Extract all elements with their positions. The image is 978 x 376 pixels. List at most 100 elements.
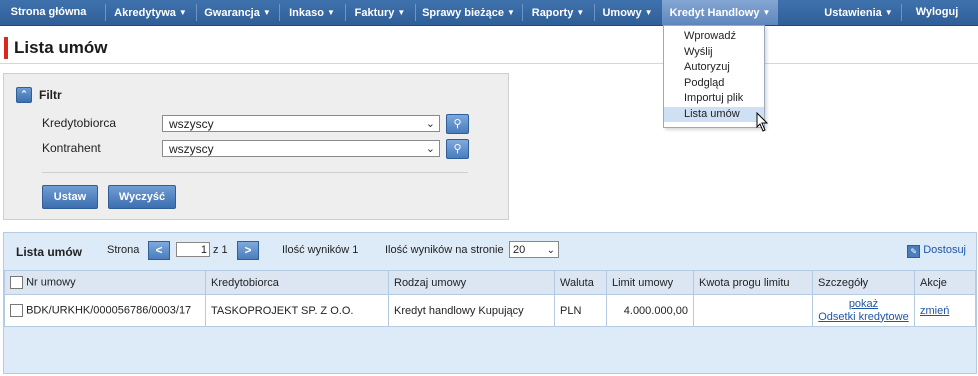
col-limit-umowy[interactable]: Limit umowy xyxy=(606,270,694,295)
nav-label: Sprawy bieżące xyxy=(422,7,504,19)
chevron-down-icon: ⌄ xyxy=(425,143,435,155)
menu-item-importuj-plik[interactable]: Importuj plik xyxy=(664,91,764,107)
collapse-icon[interactable]: ⌃ xyxy=(16,87,32,103)
binoculars-icon[interactable]: ⚲ xyxy=(446,114,469,134)
top-navigation: Strona główna Akredytywa ▼ Gwarancja ▼ Ink… xyxy=(0,0,978,26)
chevron-down-icon: ▼ xyxy=(262,8,271,17)
table-header-row: Nr umowy Kredytobiorca Rodzaj umowy Walu… xyxy=(4,270,976,295)
title-divider xyxy=(0,63,978,64)
menu-item-podglad[interactable]: Podgląd xyxy=(664,76,764,92)
kredytobiorca-label: Kredytobiorca xyxy=(42,116,117,130)
menu-item-wyslij[interactable]: Wyślij xyxy=(664,45,764,61)
nav-item-kredyt-handlowy[interactable]: Kredyt Handlowy ▼ xyxy=(662,0,778,25)
select-value: 20 xyxy=(513,244,526,256)
nav-label: Kredyt Handlowy xyxy=(669,7,760,19)
select-value: wszyscy xyxy=(169,117,214,131)
chevron-down-icon: ⌄ xyxy=(425,118,435,130)
interest-link[interactable]: Odsetki kredytowe xyxy=(818,311,908,323)
nav-item-ustawienia[interactable]: Ustawienia ▼ xyxy=(818,0,899,25)
select-value: wszyscy xyxy=(169,142,214,156)
nav-item-faktury[interactable]: Faktury ▼ xyxy=(346,0,414,25)
set-button[interactable]: Ustaw xyxy=(42,185,98,209)
cell-szczegoly: pokaż Odsetki kredytowe xyxy=(812,294,915,327)
show-link[interactable]: pokaż xyxy=(849,298,878,310)
col-szczegoly[interactable]: Szczegóły xyxy=(812,270,915,295)
nav-label: Raporty xyxy=(531,7,574,19)
select-all-checkbox[interactable] xyxy=(10,276,23,289)
kredyt-handlowy-menu: Wprowadź Wyślij Autoryzuj Podgląd Import… xyxy=(663,25,765,128)
chevron-down-icon: ▼ xyxy=(576,8,585,17)
per-page-select[interactable]: 20 ⌄ xyxy=(509,241,559,258)
nav-label: Gwarancja xyxy=(204,7,260,19)
nav-label: Umowy xyxy=(602,7,642,19)
nav-label: Faktury xyxy=(354,7,395,19)
col-nr-umowy[interactable]: Nr umowy xyxy=(4,270,206,295)
chevron-down-icon: ▼ xyxy=(884,8,893,17)
page-title: Lista umów xyxy=(14,38,108,57)
chevron-down-icon: ▼ xyxy=(326,8,335,17)
cell-limit: 4.000.000,00 xyxy=(606,294,694,327)
clear-button[interactable]: Wyczyść xyxy=(108,185,176,209)
cell-akcje: zmień xyxy=(914,294,976,327)
col-kredytobiorca[interactable]: Kredytobiorca xyxy=(205,270,389,295)
chevron-down-icon: ▼ xyxy=(507,8,515,17)
col-akcje: Akcje xyxy=(914,270,976,295)
nav-label: Wyloguj xyxy=(915,6,959,18)
chevron-down-icon: ▼ xyxy=(762,8,771,17)
kredytobiorca-select[interactable]: wszyscy ⌄ xyxy=(162,115,440,132)
nav-item-home[interactable]: Strona główna xyxy=(0,0,97,25)
nav-item-sprawy-biezace[interactable]: Sprawy bieżące ▼ xyxy=(416,0,521,25)
menu-item-wprowadz[interactable]: Wprowadź xyxy=(664,29,764,45)
nav-item-wyloguj[interactable]: Wyloguj xyxy=(902,0,972,25)
kontrahent-label: Kontrahent xyxy=(42,141,101,155)
per-page-label: Ilość wyników na stronie xyxy=(385,244,504,256)
cell-rodzaj: Kredyt handlowy Kupujący xyxy=(388,294,555,327)
col-label: Nr umowy xyxy=(26,276,76,289)
contract-number: BDK/URKHK/000056786/0003/17 xyxy=(26,304,192,317)
page-count-label: z 1 xyxy=(213,244,228,256)
filter-panel: ⌃ Filtr Kredytobiorca wszyscy ⌄ ⚲ Kontra… xyxy=(3,73,509,220)
title-accent-bar xyxy=(4,37,8,59)
cell-waluta: PLN xyxy=(554,294,607,327)
cell-nr-umowy: BDK/URKHK/000056786/0003/17 xyxy=(4,294,206,327)
row-checkbox[interactable] xyxy=(10,304,23,317)
col-waluta[interactable]: Waluta xyxy=(554,270,607,295)
page-input[interactable]: 1 xyxy=(176,242,210,257)
nav-label: Strona główna xyxy=(10,6,87,18)
filter-title: Filtr xyxy=(39,88,62,102)
nav-label: Akredytywa xyxy=(114,7,176,19)
contract-list-panel: Lista umów Strona < 1 z 1 > Ilość wynikó… xyxy=(3,232,977,374)
nav-item-umowy[interactable]: Umowy ▼ xyxy=(595,0,660,25)
cell-kredytobiorca: TASKOPROJEKT SP. Z O.O. xyxy=(205,294,389,327)
customize-link[interactable]: ✎ Dostosuj xyxy=(907,244,966,258)
nav-label: Ustawienia xyxy=(824,7,882,19)
cell-prog xyxy=(693,294,813,327)
nav-label: Inkaso xyxy=(289,7,324,19)
chevron-down-icon: ⌄ xyxy=(546,245,555,256)
nav-item-gwarancja[interactable]: Gwarancja ▼ xyxy=(197,0,278,25)
binoculars-icon[interactable]: ⚲ xyxy=(446,139,469,159)
edit-link[interactable]: zmień xyxy=(920,305,949,317)
filter-divider xyxy=(42,172,468,173)
edit-icon: ✎ xyxy=(907,245,921,258)
table-row: BDK/URKHK/000056786/0003/17 TASKOPROJEKT… xyxy=(4,294,976,327)
nav-item-akredytywa[interactable]: Akredytywa ▼ xyxy=(106,0,195,25)
kontrahent-select[interactable]: wszyscy ⌄ xyxy=(162,140,440,157)
menu-item-autoryzuj[interactable]: Autoryzuj xyxy=(664,60,764,76)
next-page-button[interactable]: > xyxy=(237,241,259,260)
page-label: Strona xyxy=(107,244,140,256)
col-kwota-progu[interactable]: Kwota progu limitu xyxy=(693,270,813,295)
contracts-table: Nr umowy Kredytobiorca Rodzaj umowy Walu… xyxy=(4,270,976,327)
results-count: Ilość wyników 1 xyxy=(282,244,359,256)
customize-label: Dostosuj xyxy=(923,244,966,256)
chevron-down-icon: ▼ xyxy=(178,8,187,17)
col-rodzaj-umowy[interactable]: Rodzaj umowy xyxy=(388,270,555,295)
menu-item-lista-umow[interactable]: Lista umów xyxy=(664,106,764,122)
prev-page-button[interactable]: < xyxy=(148,241,170,260)
list-title: Lista umów xyxy=(16,245,83,259)
nav-item-raporty[interactable]: Raporty ▼ xyxy=(523,0,593,25)
nav-item-inkaso[interactable]: Inkaso ▼ xyxy=(280,0,344,25)
chevron-down-icon: ▼ xyxy=(644,8,653,17)
mouse-cursor-icon xyxy=(756,112,769,132)
chevron-down-icon: ▼ xyxy=(397,8,406,17)
